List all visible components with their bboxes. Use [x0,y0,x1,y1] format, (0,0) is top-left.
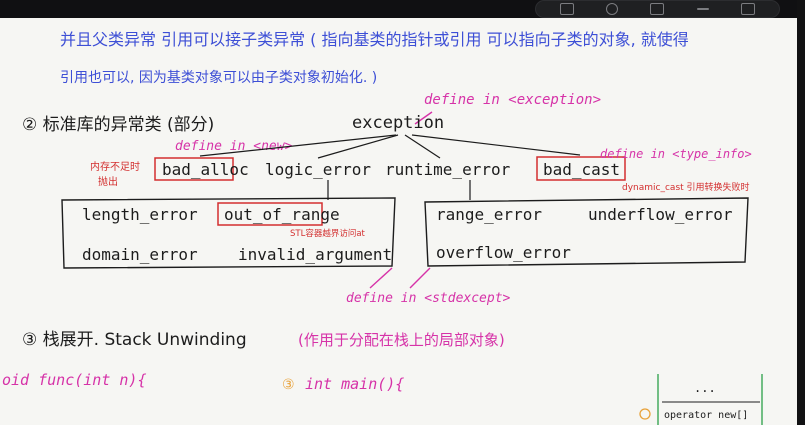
range-error-node: range_error [436,205,542,224]
section-2-title: ② 标准库的异常类 (部分) [22,115,214,135]
section-3-note: (作用于分配在栈上的局部对象) [298,331,505,349]
code-main-line: int main(){ [305,375,404,393]
edge-to-runtime-error [404,134,441,159]
bad-alloc-note-2: 抛出 [98,175,118,188]
arrow-stdexcept-right [409,267,431,289]
out-of-range-node: out_of_range [224,205,340,224]
screen: 并且父类异常 引用可以接子类异常 ( 指向基类的指针或引用 可以指向子类的对象,… [0,0,805,425]
note-line-1: 并且父类异常 引用可以接子类异常 ( 指向基类的指针或引用 可以指向子类的对象,… [60,30,689,49]
edge-to-bad-cast [411,134,581,156]
underflow-error-node: underflow_error [588,205,733,224]
length-error-node: length_error [82,205,198,224]
bad-alloc-node: bad_alloc [162,160,249,179]
define-stdexcept-label: define in <stdexcept> [346,291,511,306]
stack-operator-new: operator new[] [664,410,748,421]
invalid-argument-node: invalid_argument [238,245,392,264]
edge-to-logic-error [317,134,399,159]
dynamic-cast-note: dynamic_cast 引用转换失败时 [622,181,750,193]
arrow-stdexcept-left [369,267,393,289]
define-exception-label: define in <exception> [424,92,601,108]
code-func-line: oid func(int n){ [2,371,147,389]
note-line-2: 引用也可以, 因为基类对象可以由子类对象初始化. ) [60,69,377,86]
logic-error-node: logic_error [265,160,371,179]
runtime-error-node: runtime_error [385,160,511,179]
marker-3: ③ [282,377,295,393]
stack-dots: ... [694,381,716,395]
orange-marker [639,408,651,420]
stl-note: STL容器越界访问at [290,228,366,239]
bad-cast-node: bad_cast [543,160,620,179]
overflow-error-node: overflow_error [436,243,571,262]
domain-error-node: domain_error [82,245,198,264]
section-3-title: ③ 栈展开. Stack Unwinding [22,330,247,350]
handwritten-notes: 并且父类异常 引用可以接子类异常 ( 指向基类的指针或引用 可以指向子类的对象,… [2,30,763,425]
define-new-label: define in <new> [175,139,293,154]
bad-alloc-note-1: 内存不足时 [90,160,140,173]
exception-node: exception [352,113,444,133]
define-typeinfo-label: define in <type_info> [600,147,752,161]
